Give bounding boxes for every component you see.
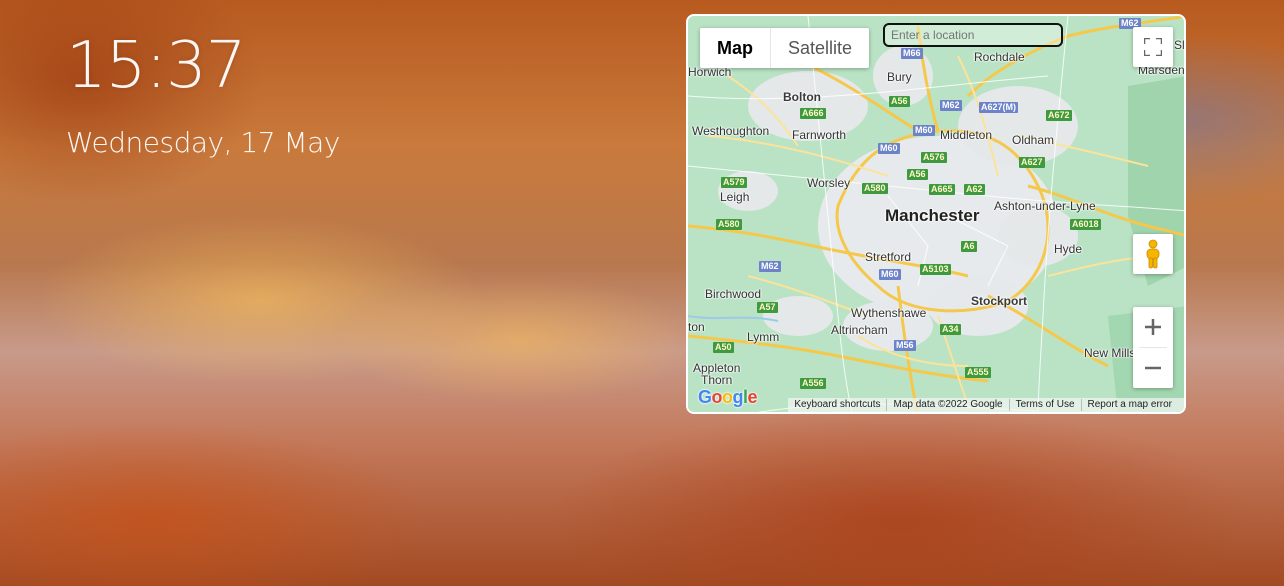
road-shield: A34 xyxy=(940,324,961,335)
map-widget[interactable]: Horwich Bolton Bury Rochdale Westhoughto… xyxy=(686,14,1186,414)
road-shield: A579 xyxy=(721,177,747,188)
keyboard-shortcuts-link[interactable]: Keyboard shortcuts xyxy=(788,399,886,411)
google-logo[interactable]: Google xyxy=(698,387,758,408)
map-type-control: Map Satellite xyxy=(700,28,870,68)
road-shield: A555 xyxy=(965,367,991,378)
report-map-error-link[interactable]: Report a map error xyxy=(1080,399,1178,411)
map-label-thorn: Thorn xyxy=(701,373,733,387)
road-shield: M60 xyxy=(879,269,901,280)
map-label-hyde: Hyde xyxy=(1054,242,1083,256)
road-shield: A627 xyxy=(1019,157,1045,168)
road-shield: M62 xyxy=(759,261,781,272)
road-shield: A627(M) xyxy=(979,102,1019,113)
map-label-ton: ton xyxy=(688,320,705,334)
clock-time: 15:37 xyxy=(66,29,246,103)
road-shield: M66 xyxy=(901,48,923,59)
terms-of-use-link[interactable]: Terms of Use xyxy=(1008,399,1081,411)
zoom-in-button[interactable] xyxy=(1133,307,1173,347)
road-shield: A5103 xyxy=(920,264,951,275)
road-shield: A57 xyxy=(757,302,778,313)
map-label-westhoughton: Westhoughton xyxy=(692,124,770,138)
road-shield: A666 xyxy=(800,108,826,119)
map-label-birchwood: Birchwood xyxy=(705,287,762,301)
road-shield: M56 xyxy=(894,340,916,351)
road-shield: M60 xyxy=(878,143,900,154)
map-label-oldham: Oldham xyxy=(1012,133,1055,147)
road-shield: A6018 xyxy=(1070,219,1101,230)
map-label-new-mills: New Mills xyxy=(1084,346,1136,360)
road-shield: M60 xyxy=(913,125,935,136)
road-shield: M62 xyxy=(940,100,962,111)
map-label-rochdale: Rochdale xyxy=(974,50,1025,64)
map-label-stretford: Stretford xyxy=(865,250,912,264)
map-label-middleton: Middleton xyxy=(940,128,993,142)
fullscreen-icon xyxy=(1144,38,1162,56)
map-label-farnworth: Farnworth xyxy=(792,128,847,142)
road-shield: A556 xyxy=(800,378,826,389)
location-search-input[interactable] xyxy=(883,23,1063,47)
zoom-control xyxy=(1133,307,1173,388)
zoom-out-button[interactable] xyxy=(1133,348,1173,388)
street-view-pegman-button[interactable] xyxy=(1133,234,1173,274)
map-label-sla: Sla xyxy=(1174,38,1185,52)
road-shield: A580 xyxy=(862,183,888,194)
map-label-lymm: Lymm xyxy=(747,330,780,344)
map-label-stockport: Stockport xyxy=(971,294,1028,308)
map-label-bury: Bury xyxy=(887,70,912,84)
map-label-leigh: Leigh xyxy=(720,190,750,204)
map-label-bolton: Bolton xyxy=(783,90,821,104)
road-shield: A576 xyxy=(921,152,947,163)
road-shield: A62 xyxy=(964,184,985,195)
map-type-satellite-button[interactable]: Satellite xyxy=(771,28,869,68)
map-attribution: Keyboard shortcuts Map data ©2022 Google… xyxy=(788,398,1184,412)
minus-icon xyxy=(1145,366,1161,370)
pegman-icon xyxy=(1146,239,1160,269)
plus-icon xyxy=(1145,319,1161,335)
map-type-map-button[interactable]: Map xyxy=(700,28,770,68)
clock-date: Wednesday, 17 May xyxy=(66,126,340,159)
map-label-ashton: Ashton-under-Lyne xyxy=(994,199,1096,213)
road-shield: A56 xyxy=(907,169,928,180)
road-shield: A56 xyxy=(889,96,910,107)
road-shield: A580 xyxy=(716,219,742,230)
map-label-altrincham: Altrincham xyxy=(831,323,888,337)
map-label-wythenshawe: Wythenshawe xyxy=(851,306,927,320)
road-shield: A50 xyxy=(713,342,734,353)
map-canvas[interactable]: Horwich Bolton Bury Rochdale Westhoughto… xyxy=(688,16,1184,412)
road-shield: A665 xyxy=(929,184,955,195)
map-label-manchester: Manchester xyxy=(885,206,980,225)
map-data-text: Map data ©2022 Google xyxy=(886,399,1008,411)
fullscreen-button[interactable] xyxy=(1133,27,1173,67)
clock-widget: 15:37 Wednesday, 17 May xyxy=(66,28,340,159)
map-label-worsley: Worsley xyxy=(807,176,851,190)
road-shield: A672 xyxy=(1046,110,1072,121)
road-shield: A6 xyxy=(961,241,977,252)
